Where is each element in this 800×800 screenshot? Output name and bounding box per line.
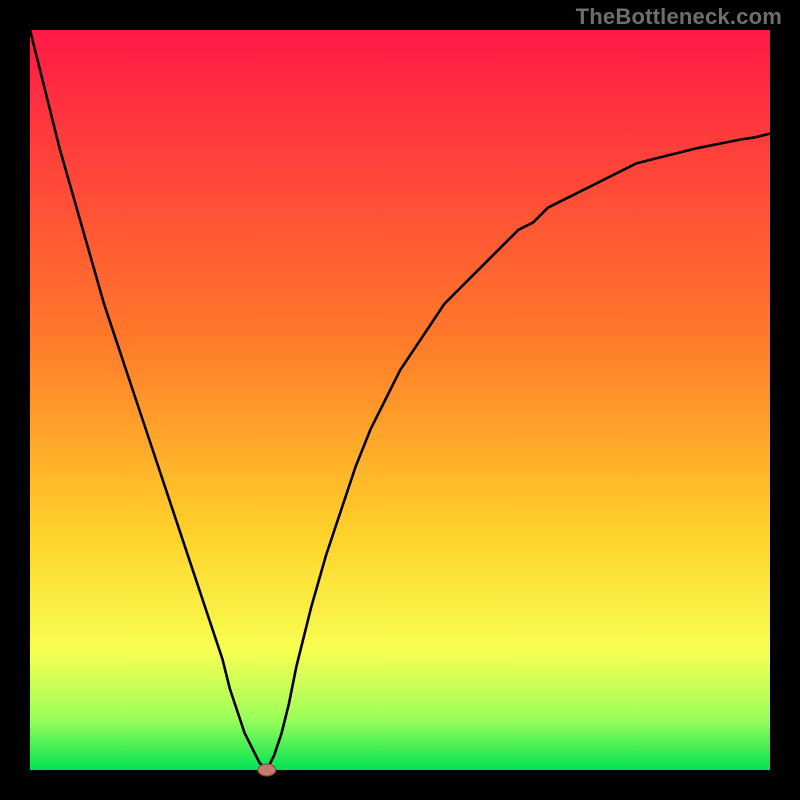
bottleneck-chart — [0, 0, 800, 800]
chart-frame: { "watermark": "TheBottleneck.com", "col… — [0, 0, 800, 800]
watermark-text: TheBottleneck.com — [576, 4, 782, 30]
plot-background — [30, 30, 770, 770]
optimal-point-marker — [258, 764, 276, 776]
